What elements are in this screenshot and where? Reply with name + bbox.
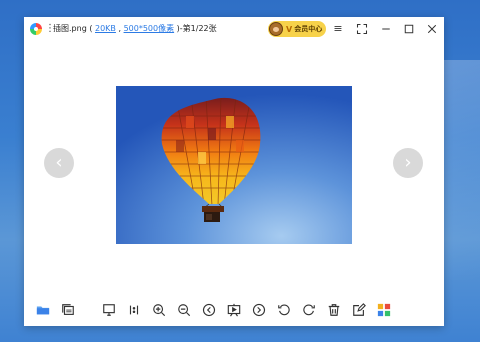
delete-icon[interactable] — [327, 303, 341, 317]
hot-air-balloon-image — [116, 86, 352, 244]
original-size-icon[interactable] — [127, 303, 141, 317]
paren-open: ( — [86, 24, 95, 33]
previous-icon[interactable] — [202, 303, 216, 317]
copy-icon[interactable] — [61, 303, 75, 317]
rotate-left-icon[interactable] — [277, 303, 291, 317]
file-size-link[interactable]: 20KB — [95, 24, 116, 33]
title-bar: ⋮ 插图.png ( 20KB , 500*500像素 )-第1/22张 V 会… — [24, 17, 444, 41]
edit-icon[interactable] — [352, 303, 366, 317]
image-index: )-第1/22张 — [174, 24, 217, 33]
next-icon[interactable] — [252, 303, 266, 317]
zoom-out-icon[interactable] — [177, 303, 191, 317]
image-viewer-window: ⋮ 插图.png ( 20KB , 500*500像素 )-第1/22张 V 会… — [24, 17, 444, 326]
dimensions-link[interactable]: 500*500像素 — [124, 24, 175, 33]
file-title: 插图.png ( 20KB , 500*500像素 )-第1/22张 — [53, 22, 217, 36]
rotate-right-icon[interactable] — [302, 303, 316, 317]
image-canvas[interactable] — [116, 86, 352, 244]
vip-center-button[interactable]: V 会员中心 — [268, 21, 326, 37]
previous-image-button[interactable]: ‹ — [44, 148, 74, 178]
app-logo-icon — [30, 23, 42, 35]
minimize-icon[interactable] — [378, 21, 394, 37]
vip-label: 会员中心 — [294, 25, 323, 33]
slideshow-icon[interactable] — [227, 303, 241, 317]
maximize-icon[interactable] — [401, 21, 417, 37]
file-name: 插图.png — [53, 24, 87, 33]
menu-icon[interactable]: ≡ — [330, 21, 346, 37]
monitor-icon[interactable] — [102, 303, 116, 317]
close-icon[interactable] — [424, 21, 440, 37]
folder-icon[interactable] — [36, 303, 50, 317]
apps-icon[interactable] — [377, 303, 391, 317]
next-image-button[interactable]: › — [393, 148, 423, 178]
separator: , — [115, 24, 124, 33]
zoom-in-icon[interactable] — [152, 303, 166, 317]
avatar-icon — [269, 22, 283, 36]
vip-v-icon: V — [286, 24, 293, 34]
fullscreen-icon[interactable] — [354, 21, 370, 37]
